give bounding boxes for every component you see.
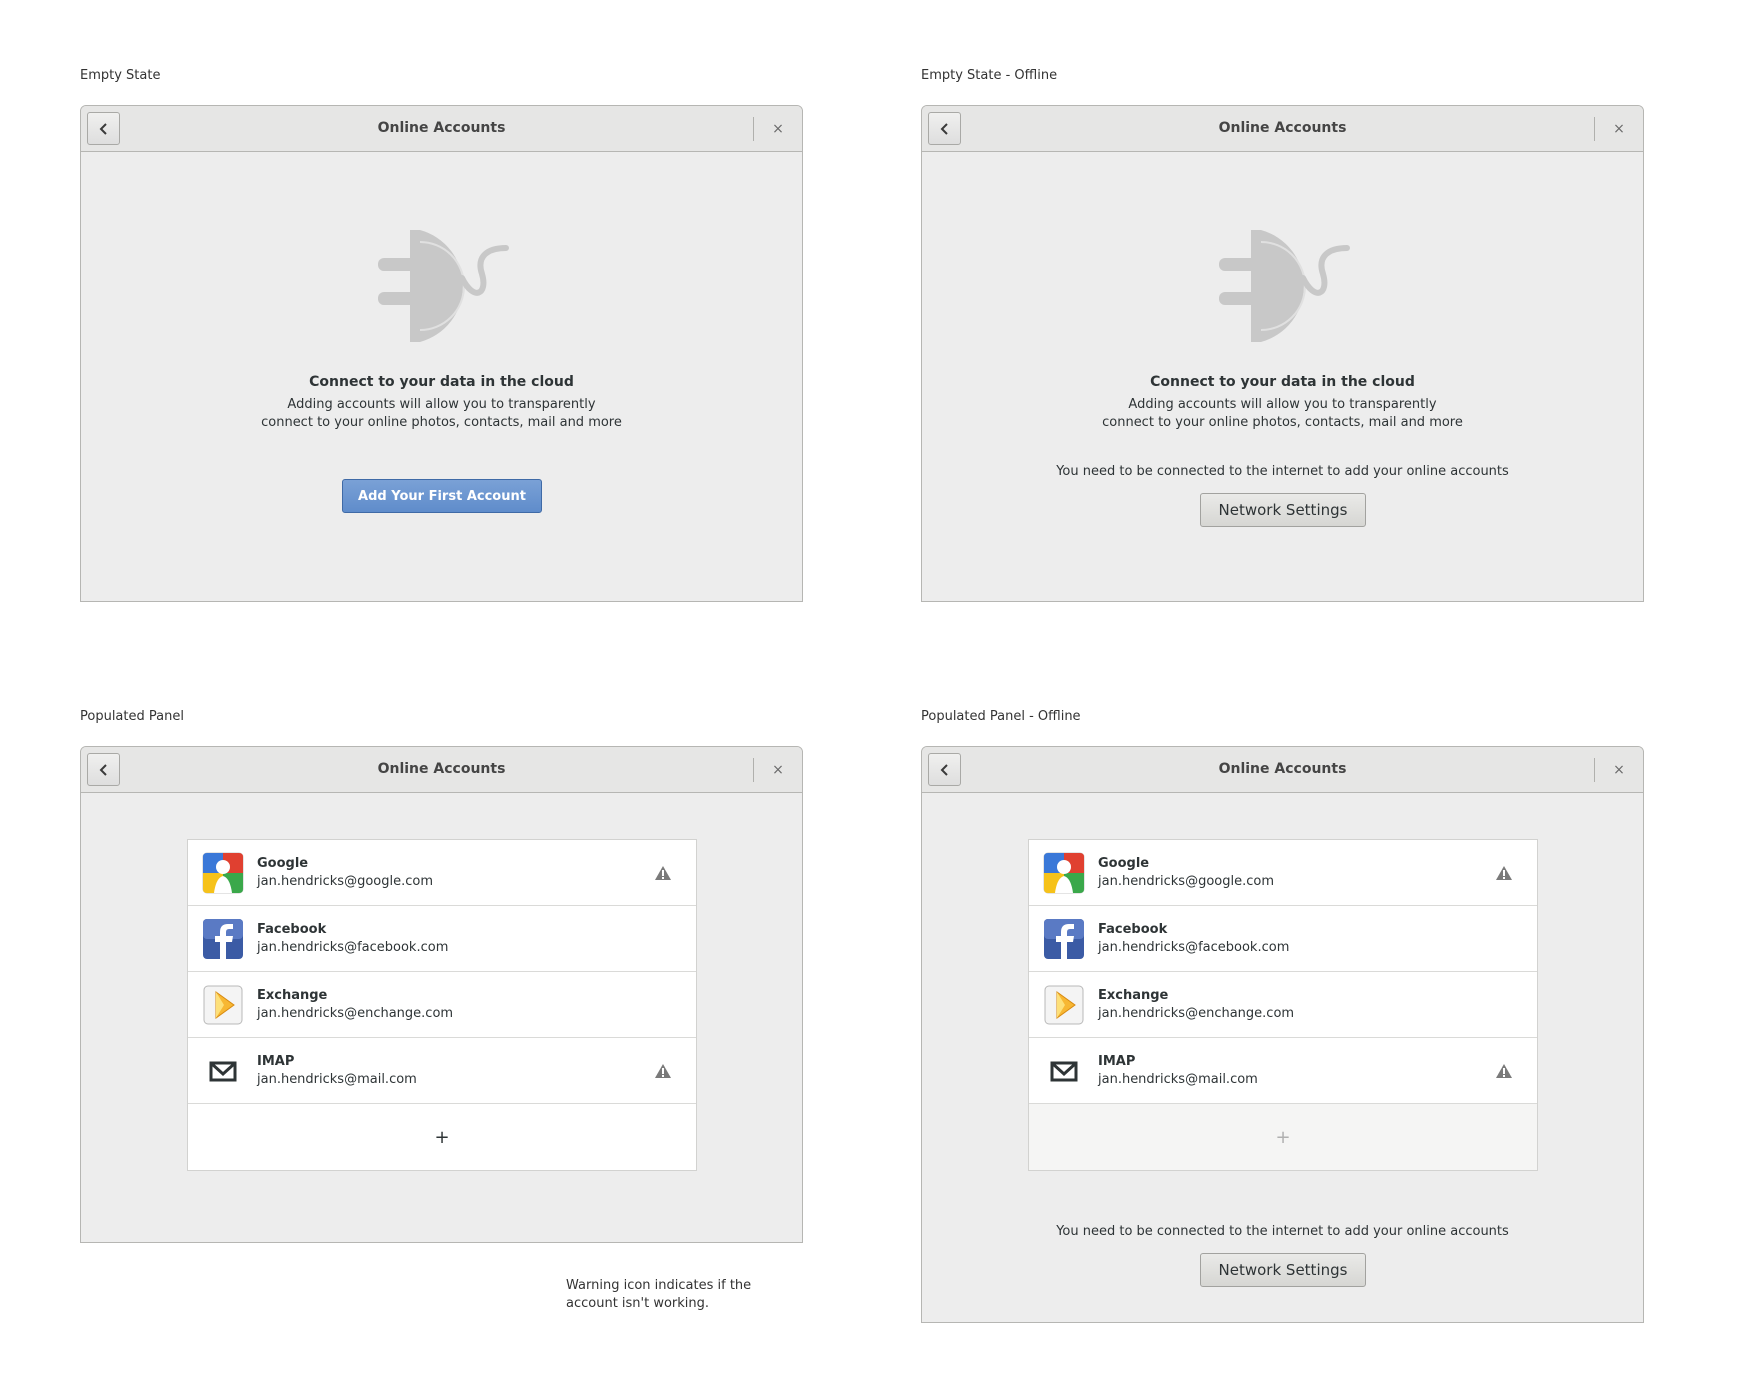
account-name: Google [1098, 856, 1150, 871]
accounts-list: Google jan.hendricks@google.com Facebook… [1028, 839, 1538, 1171]
google-icon [1043, 852, 1085, 894]
window-empty-state: Online Accounts × Connect to your data i… [80, 105, 803, 602]
mail-icon [209, 1061, 237, 1082]
facebook-icon [1044, 919, 1084, 959]
account-email: jan.hendricks@enchange.com [1098, 1006, 1295, 1021]
caption-populated-panel: Populated Panel [80, 709, 184, 724]
offline-message: You need to be connected to the internet… [1056, 464, 1509, 479]
accounts-list: Google jan.hendricks@google.com Facebook… [187, 839, 697, 1171]
plus-icon: + [434, 1126, 450, 1148]
account-name: Facebook [1098, 922, 1168, 937]
warning-note: Warning icon indicates if the account is… [566, 1277, 766, 1313]
account-row-exchange[interactable]: Exchange jan.hendricks@enchange.com [188, 972, 696, 1038]
close-icon: × [1613, 121, 1625, 137]
account-name: Exchange [1098, 988, 1169, 1003]
window-title: Online Accounts [1218, 761, 1347, 777]
account-row-facebook[interactable]: Facebook jan.hendricks@facebook.com [1029, 906, 1537, 972]
empty-headline: Connect to your data in the cloud [309, 374, 574, 390]
account-row-imap[interactable]: IMAP jan.hendricks@mail.com [1029, 1038, 1537, 1104]
account-name: IMAP [1098, 1054, 1136, 1069]
account-email: jan.hendricks@facebook.com [257, 940, 449, 955]
account-name: IMAP [257, 1054, 295, 1069]
window-title: Online Accounts [377, 761, 506, 777]
account-name: Facebook [257, 922, 327, 937]
online-accounts-plug-icon [1219, 230, 1350, 342]
empty-description-line1: Adding accounts will allow you to transp… [1128, 397, 1437, 412]
add-account-button-disabled: + [1029, 1104, 1537, 1170]
add-account-button[interactable]: + [188, 1104, 696, 1170]
header-separator [753, 758, 754, 782]
header-bar: Online Accounts × [922, 747, 1643, 793]
account-email: jan.hendricks@google.com [257, 874, 434, 889]
exchange-icon [1044, 985, 1084, 1025]
network-settings-button[interactable]: Network Settings [1200, 493, 1366, 527]
close-button[interactable]: × [1607, 758, 1631, 782]
account-row-facebook[interactable]: Facebook jan.hendricks@facebook.com [188, 906, 696, 972]
warning-icon [655, 1064, 671, 1078]
close-button[interactable]: × [1607, 117, 1631, 141]
network-settings-button[interactable]: Network Settings [1200, 1253, 1366, 1287]
caption-empty-state: Empty State [80, 68, 161, 83]
header-bar: Online Accounts × [922, 106, 1643, 152]
close-button[interactable]: × [766, 758, 790, 782]
caption-populated-panel-offline: Populated Panel - Offline [921, 709, 1081, 724]
window-empty-state-offline: Online Accounts × Connect to your data i… [921, 105, 1644, 602]
account-row-google[interactable]: Google jan.hendricks@google.com [188, 840, 696, 906]
close-button[interactable]: × [766, 117, 790, 141]
account-email: jan.hendricks@enchange.com [257, 1006, 454, 1021]
close-icon: × [772, 762, 784, 778]
close-icon: × [772, 121, 784, 137]
warning-note-line2: account isn't working. [566, 1296, 710, 1311]
warning-icon [1496, 1064, 1512, 1078]
empty-description-line2: connect to your online photos, contacts,… [261, 415, 622, 430]
exchange-icon [203, 985, 243, 1025]
window-title: Online Accounts [1218, 120, 1347, 136]
account-email: jan.hendricks@mail.com [257, 1072, 417, 1087]
warning-note-line1: Warning icon indicates if the [566, 1278, 752, 1293]
empty-description-line2: connect to your online photos, contacts,… [1102, 415, 1463, 430]
empty-description-line1: Adding accounts will allow you to transp… [287, 397, 596, 412]
account-row-google[interactable]: Google jan.hendricks@google.com [1029, 840, 1537, 906]
close-icon: × [1613, 762, 1625, 778]
header-separator [753, 117, 754, 141]
warning-icon [1496, 866, 1512, 880]
online-accounts-plug-icon [378, 230, 509, 342]
mail-icon [1050, 1061, 1078, 1082]
warning-icon [655, 866, 671, 880]
account-email: jan.hendricks@facebook.com [1098, 940, 1290, 955]
plus-icon: + [1275, 1126, 1291, 1148]
window-populated-panel: Online Accounts × Google jan.hendricks@g… [80, 746, 803, 1243]
header-bar: Online Accounts × [81, 747, 802, 793]
header-bar: Online Accounts × [81, 106, 802, 152]
facebook-icon [203, 919, 243, 959]
account-row-imap[interactable]: IMAP jan.hendricks@mail.com [188, 1038, 696, 1104]
google-icon [202, 852, 244, 894]
account-name: Exchange [257, 988, 328, 1003]
add-first-account-button[interactable]: Add Your First Account [342, 479, 542, 513]
header-separator [1594, 758, 1595, 782]
empty-headline: Connect to your data in the cloud [1150, 374, 1415, 390]
offline-message: You need to be connected to the internet… [1056, 1224, 1509, 1239]
caption-empty-state-offline: Empty State - Offline [921, 68, 1058, 83]
account-email: jan.hendricks@google.com [1098, 874, 1275, 889]
header-separator [1594, 117, 1595, 141]
window-populated-panel-offline: Online Accounts × Google jan.hendricks@g… [921, 746, 1644, 1323]
window-title: Online Accounts [377, 120, 506, 136]
account-email: jan.hendricks@mail.com [1098, 1072, 1258, 1087]
account-row-exchange[interactable]: Exchange jan.hendricks@enchange.com [1029, 972, 1537, 1038]
account-name: Google [257, 856, 309, 871]
